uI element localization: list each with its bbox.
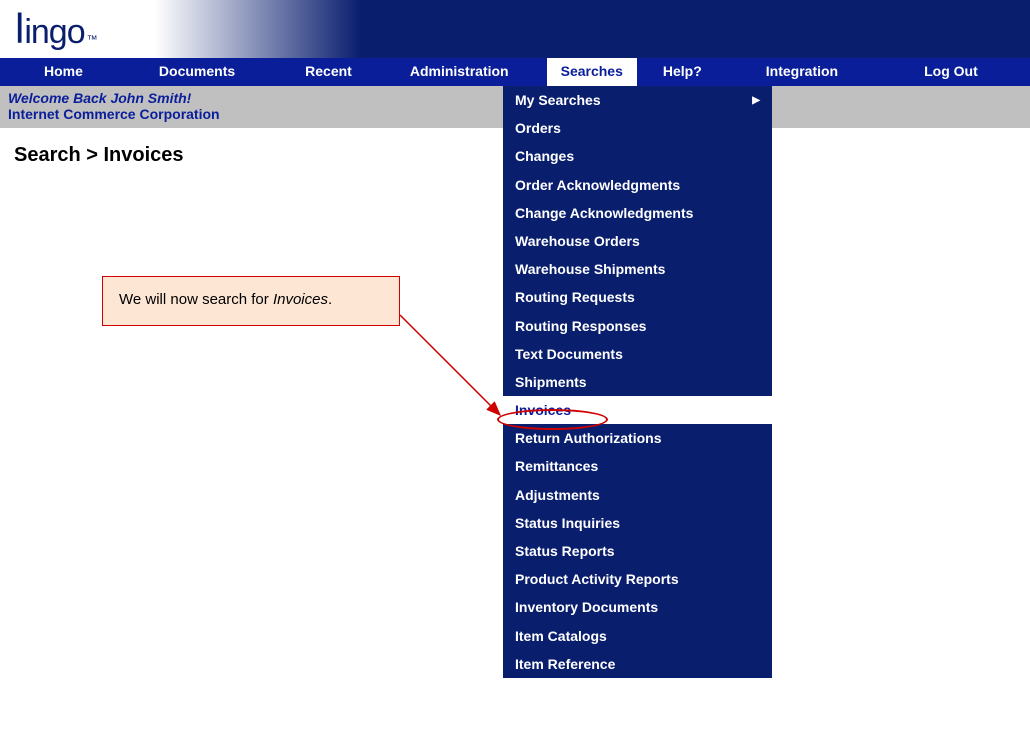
dropdown-shipments[interactable]: Shipments (503, 368, 772, 396)
dropdown-item-label: Orders (515, 119, 561, 137)
header: l ingo ™ (0, 0, 1030, 58)
dropdown-item-label: Changes (515, 147, 574, 165)
dropdown-item-label: Item Catalogs (515, 627, 607, 645)
dropdown-return-authorizations[interactable]: Return Authorizations (503, 424, 772, 452)
dropdown-orders[interactable]: Orders (503, 114, 772, 142)
dropdown-item-label: Inventory Documents (515, 598, 658, 616)
dropdown-text-documents[interactable]: Text Documents (503, 340, 772, 368)
nav-searches[interactable]: Searches (547, 58, 637, 86)
dropdown-change-acknowledgments[interactable]: Change Acknowledgments (503, 199, 772, 227)
dropdown-item-label: Shipments (515, 373, 587, 391)
dropdown-item-label: Remittances (515, 457, 598, 475)
dropdown-item-label: Invoices (515, 401, 571, 419)
dropdown-status-inquiries[interactable]: Status Inquiries (503, 509, 772, 537)
nav-administration[interactable]: Administration (390, 58, 529, 86)
dropdown-item-label: Order Acknowledgments (515, 176, 680, 194)
dropdown-status-reports[interactable]: Status Reports (503, 537, 772, 565)
dropdown-changes[interactable]: Changes (503, 142, 772, 170)
callout-emphasis: Invoices (273, 291, 328, 308)
logo-rest: ingo (24, 15, 84, 49)
dropdown-warehouse-orders[interactable]: Warehouse Orders (503, 227, 772, 255)
callout-suffix: . (328, 291, 332, 308)
dropdown-item-label: Warehouse Shipments (515, 260, 665, 278)
nav-home[interactable]: Home (24, 58, 103, 86)
dropdown-warehouse-shipments[interactable]: Warehouse Shipments (503, 255, 772, 283)
dropdown-remittances[interactable]: Remittances (503, 452, 772, 480)
logo: l ingo ™ (15, 8, 98, 50)
dropdown-item-label: My Searches (515, 91, 601, 109)
dropdown-item-label: Return Authorizations (515, 429, 661, 447)
dropdown-item-label: Text Documents (515, 345, 623, 363)
dropdown-routing-responses[interactable]: Routing Responses (503, 312, 772, 340)
logo-tm: ™ (87, 34, 98, 46)
dropdown-item-label: Routing Requests (515, 288, 635, 306)
dropdown-inventory-documents[interactable]: Inventory Documents (503, 593, 772, 621)
dropdown-item-label: Warehouse Orders (515, 232, 640, 250)
nav-recent[interactable]: Recent (285, 58, 372, 86)
nav-integration[interactable]: Integration (746, 58, 858, 86)
dropdown-routing-requests[interactable]: Routing Requests (503, 283, 772, 311)
dropdown-my-searches[interactable]: My Searches ▶ (503, 86, 772, 114)
nav-help[interactable]: Help? (643, 58, 722, 86)
dropdown-product-activity-reports[interactable]: Product Activity Reports (503, 565, 772, 593)
dropdown-item-label: Status Inquiries (515, 514, 620, 532)
nav-logout[interactable]: Log Out (904, 58, 998, 86)
main-nav: Home Documents Recent Administration Sea… (0, 58, 1030, 86)
dropdown-item-reference[interactable]: Item Reference (503, 650, 772, 678)
dropdown-invoices[interactable]: Invoices (503, 396, 772, 424)
dropdown-item-label: Product Activity Reports (515, 570, 679, 588)
dropdown-item-label: Routing Responses (515, 317, 646, 335)
dropdown-order-acknowledgments[interactable]: Order Acknowledgments (503, 171, 772, 199)
logo-letter-l: l (15, 8, 24, 50)
dropdown-item-label: Change Acknowledgments (515, 204, 693, 222)
dropdown-adjustments[interactable]: Adjustments (503, 481, 772, 509)
submenu-arrow-icon: ▶ (752, 94, 760, 107)
dropdown-item-label: Item Reference (515, 655, 615, 673)
nav-documents[interactable]: Documents (139, 58, 255, 86)
dropdown-item-catalogs[interactable]: Item Catalogs (503, 622, 772, 650)
callout-box: We will now search for Invoices. (102, 276, 400, 326)
callout-prefix: We will now search for (119, 291, 273, 308)
searches-dropdown: My Searches ▶ Orders Changes Order Ackno… (503, 86, 772, 678)
dropdown-item-label: Status Reports (515, 542, 615, 560)
dropdown-item-label: Adjustments (515, 486, 600, 504)
